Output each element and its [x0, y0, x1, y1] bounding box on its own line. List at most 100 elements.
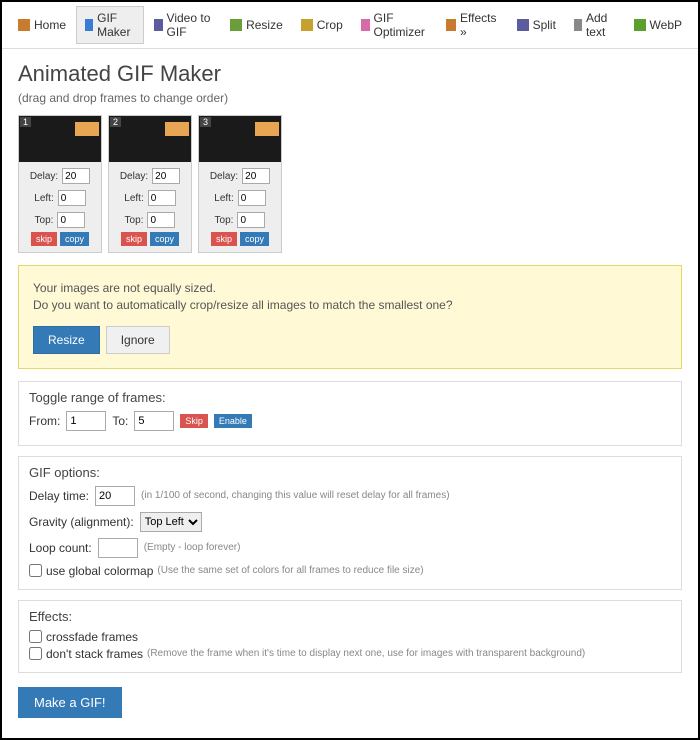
toggle-enable-button[interactable]: Enable — [214, 414, 252, 428]
to-label: To: — [112, 414, 128, 428]
nav-icon — [301, 19, 313, 31]
nav-item-gif-optimizer[interactable]: GIF Optimizer — [353, 6, 436, 44]
frame-copy-button[interactable]: copy — [240, 232, 269, 246]
top-label: Top: — [125, 215, 144, 226]
nav-icon — [446, 19, 456, 31]
nav-item-add-text[interactable]: Add text — [566, 6, 624, 44]
frame-copy-button[interactable]: copy — [150, 232, 179, 246]
from-label: From: — [29, 414, 60, 428]
nav-item-resize[interactable]: Resize — [222, 6, 291, 44]
nav-label: Split — [533, 18, 556, 32]
frame-number: 1 — [20, 117, 31, 127]
effects-title: Effects: — [29, 609, 671, 624]
frame-thumbnail[interactable]: 2 — [109, 116, 191, 162]
frame-delay-input[interactable] — [62, 168, 90, 184]
nav-label: Effects » — [460, 11, 499, 39]
colormap-label: use global colormap — [46, 564, 153, 578]
make-gif-button[interactable]: Make a GIF! — [18, 687, 122, 718]
crossfade-label: crossfade frames — [46, 630, 138, 644]
toggle-skip-button[interactable]: Skip — [180, 414, 208, 428]
frame-top-input[interactable] — [237, 212, 265, 228]
frame-delay-input[interactable] — [152, 168, 180, 184]
resize-alert: Your images are not equally sized. Do yo… — [18, 265, 682, 369]
nav-label: Video to GIF — [167, 11, 213, 39]
nav-label: Home — [34, 18, 66, 32]
left-label: Left: — [214, 193, 233, 204]
left-label: Left: — [34, 193, 53, 204]
ignore-button[interactable]: Ignore — [106, 326, 170, 354]
gif-options-section: GIF options: Delay time: (in 1/100 of se… — [18, 456, 682, 590]
frame-card[interactable]: 3Delay:Left:Top:skipcopy — [198, 115, 282, 253]
frame-card[interactable]: 1 Delay: Left: Top: skipcopy — [18, 115, 102, 253]
loop-input[interactable] — [98, 538, 138, 558]
thumb-decoration — [255, 122, 279, 136]
gif-options-title: GIF options: — [29, 465, 671, 480]
frame-delay-input[interactable] — [242, 168, 270, 184]
nav-item-webp[interactable]: WebP — [626, 6, 690, 44]
nav-item-home[interactable]: Home — [10, 6, 74, 44]
delay-label: Delay: — [120, 171, 148, 182]
nav-item-crop[interactable]: Crop — [293, 6, 351, 44]
resize-button[interactable]: Resize — [33, 326, 100, 354]
frame-left-input[interactable] — [58, 190, 86, 206]
dontstack-hint: (Remove the frame when it's time to disp… — [147, 648, 585, 659]
frame-left-input[interactable] — [238, 190, 266, 206]
page-subtitle: (drag and drop frames to change order) — [18, 91, 682, 105]
toggle-section: Toggle range of frames: From: To: Skip E… — [18, 381, 682, 446]
delay-label: Delay time: — [29, 489, 89, 503]
effects-section: Effects: crossfade frames don't stack fr… — [18, 600, 682, 673]
frame-top-input[interactable] — [57, 212, 85, 228]
frame-card[interactable]: 2 Delay: Left: Top: skipcopy — [108, 115, 192, 253]
frame-top-input[interactable] — [147, 212, 175, 228]
frame-thumbnail[interactable]: 3 — [199, 116, 281, 162]
delay-input[interactable] — [95, 486, 135, 506]
nav-icon — [18, 19, 30, 31]
nav-icon — [517, 19, 529, 31]
thumb-decoration — [75, 122, 99, 136]
dontstack-checkbox[interactable] — [29, 647, 42, 660]
frame-skip-button[interactable]: skip — [211, 232, 237, 246]
nav-label: Crop — [317, 18, 343, 32]
nav-item-gif-maker[interactable]: GIF Maker — [76, 6, 144, 44]
top-label: Top: — [215, 215, 234, 226]
frame-skip-button[interactable]: skip — [31, 232, 57, 246]
loop-label: Loop count: — [29, 541, 92, 555]
frame-copy-button[interactable]: copy — [60, 232, 89, 246]
frame-left-input[interactable] — [148, 190, 176, 206]
crossfade-checkbox[interactable] — [29, 630, 42, 643]
alert-line2: Do you want to automatically crop/resize… — [33, 297, 667, 314]
to-input[interactable] — [134, 411, 174, 431]
delay-hint: (in 1/100 of second, changing this value… — [141, 490, 450, 501]
nav-icon — [634, 19, 646, 31]
nav-label: Add text — [586, 11, 616, 39]
gravity-select[interactable]: Top Left — [140, 512, 202, 532]
from-input[interactable] — [66, 411, 106, 431]
nav-label: WebP — [650, 18, 682, 32]
frame-number: 3 — [200, 117, 211, 127]
nav-label: Resize — [246, 18, 283, 32]
left-label: Left: — [124, 193, 143, 204]
frame-thumbnail[interactable]: 1 — [19, 116, 101, 162]
nav-item-video-to-gif[interactable]: Video to GIF — [146, 6, 220, 44]
nav-icon — [574, 19, 582, 31]
colormap-hint: (Use the same set of colors for all fram… — [157, 565, 423, 576]
colormap-checkbox[interactable] — [29, 564, 42, 577]
nav-icon — [85, 19, 93, 31]
top-label: Top: — [35, 215, 54, 226]
thumb-decoration — [165, 122, 189, 136]
top-nav: Home GIF Maker Video to GIF Resize Crop GIF O… — [2, 2, 698, 49]
nav-label: GIF Maker — [97, 11, 135, 39]
frame-skip-button[interactable]: skip — [121, 232, 147, 246]
toggle-title: Toggle range of frames: — [29, 390, 671, 405]
frames-row: 1Delay:Left:Top:skipcopy2Delay:Left:Top:… — [18, 115, 682, 253]
nav-icon — [361, 19, 370, 31]
dontstack-label: don't stack frames — [46, 647, 143, 661]
nav-icon — [230, 19, 242, 31]
delay-label: Delay: — [30, 171, 58, 182]
nav-icon — [154, 19, 162, 31]
nav-label: GIF Optimizer — [374, 11, 429, 39]
loop-hint: (Empty - loop forever) — [144, 542, 241, 553]
nav-item-split[interactable]: Split — [509, 6, 564, 44]
nav-item-effects-[interactable]: Effects » — [438, 6, 506, 44]
alert-line1: Your images are not equally sized. — [33, 280, 667, 297]
